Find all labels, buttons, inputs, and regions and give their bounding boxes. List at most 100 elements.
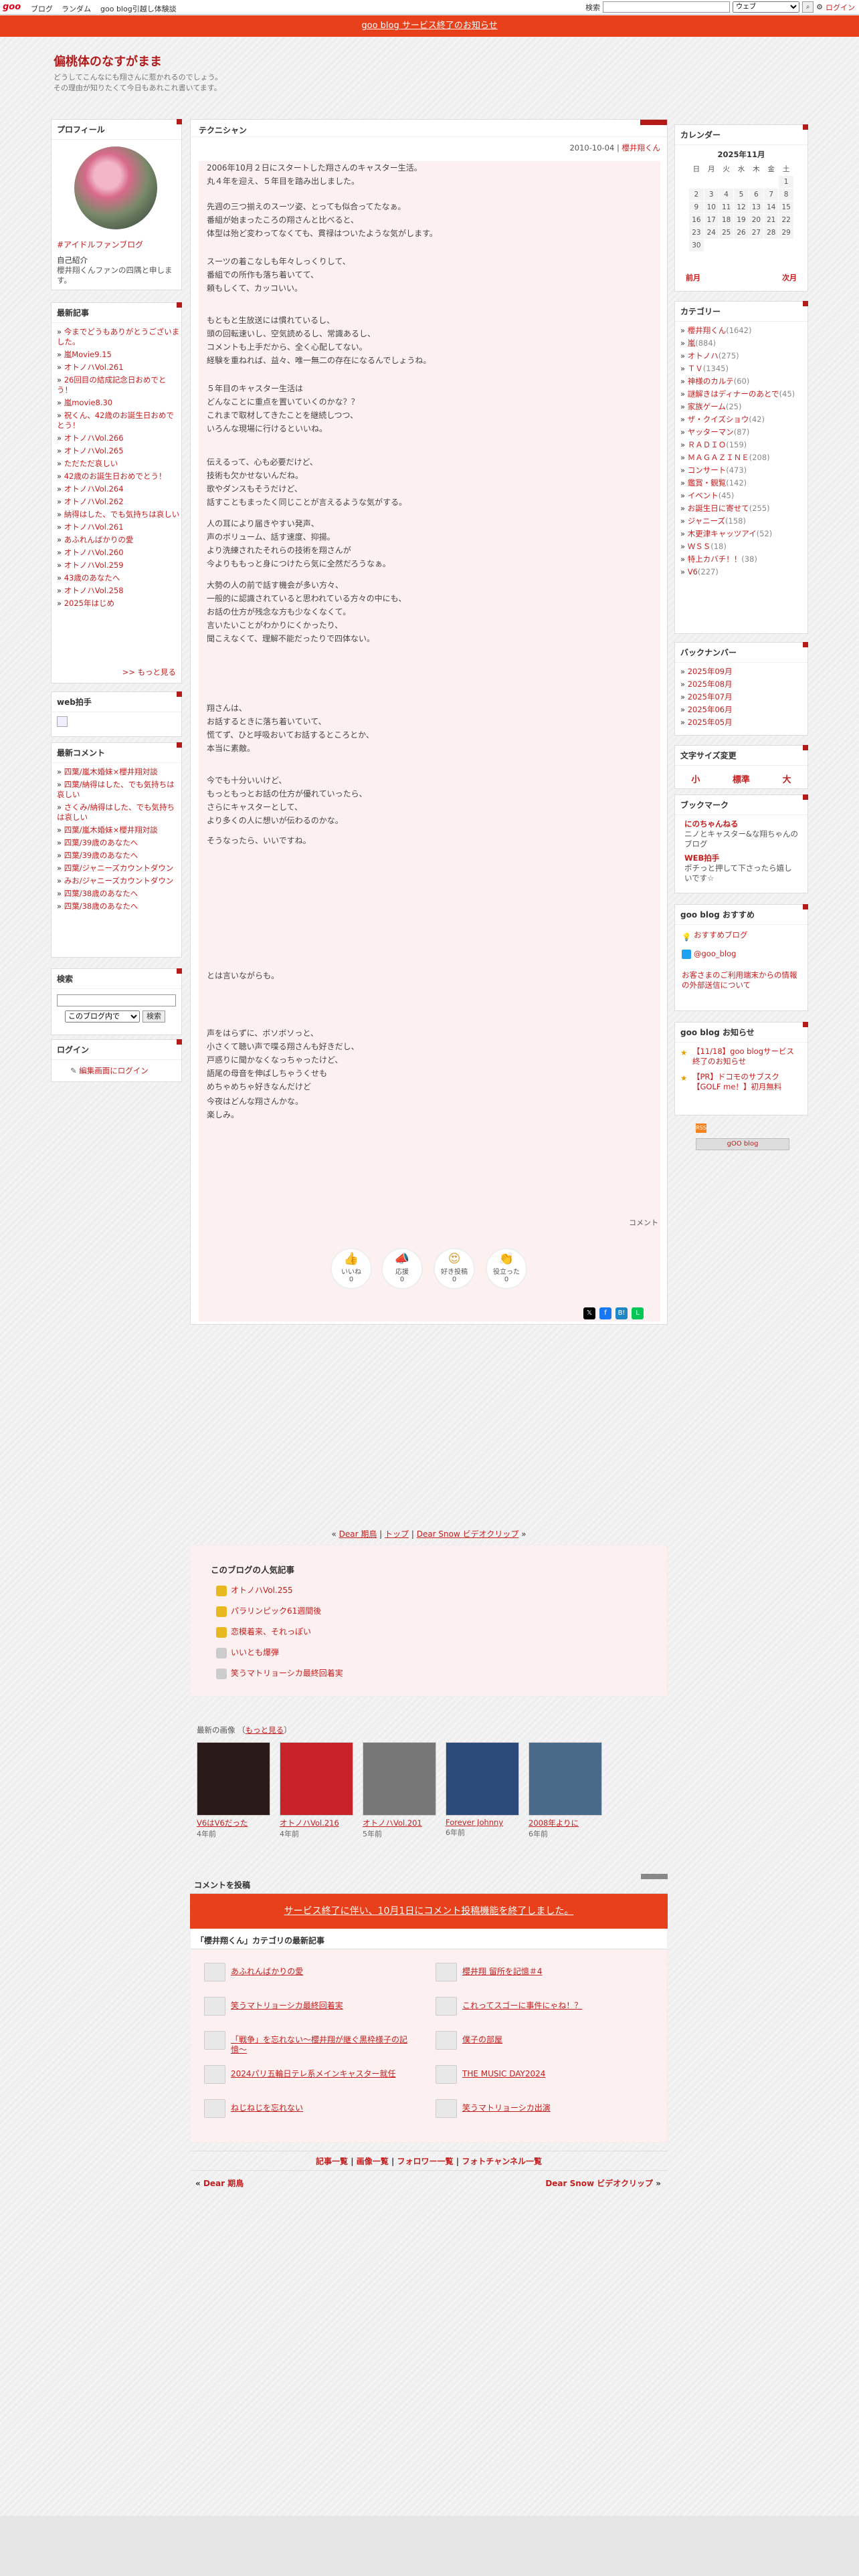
pager-next-link[interactable]: Dear Snow ビデオクリップ	[417, 1529, 519, 1539]
category-item[interactable]: » V6(227)	[675, 566, 807, 578]
line-share-icon[interactable]: L	[632, 1307, 644, 1319]
reaction-button[interactable]: 😍 好き投稿 0	[434, 1248, 475, 1289]
comment-closed-link[interactable]: サービス終了に伴い、10月1日にコメント投稿機能を終了しました。	[284, 1906, 574, 1917]
comment-item[interactable]: » みお/ジャニーズカウントダウン	[52, 875, 181, 887]
backnumber-item[interactable]: » 2025年06月	[675, 704, 807, 716]
thumb-image[interactable]	[280, 1742, 353, 1816]
calendar-day[interactable]: 27	[748, 226, 765, 239]
footer-next[interactable]: Dear Snow ビデオクリップ »	[545, 2177, 661, 2189]
category-item[interactable]: » 木更津キャッツアイ(52)	[675, 528, 807, 540]
recent-article-item[interactable]: » 嵐Movie9.15	[52, 348, 181, 361]
calendar-day[interactable]: 28	[763, 226, 779, 239]
calendar-day[interactable]: 26	[733, 226, 749, 239]
recent-article-item[interactable]: » オトノハVol.265	[52, 445, 181, 457]
webclap-image[interactable]	[57, 716, 68, 727]
calendar-day[interactable]: 11	[718, 201, 735, 214]
category-latest-item[interactable]: これってスゴーに事件にゃね！？	[427, 1993, 648, 2018]
calendar-day[interactable]: 14	[763, 201, 779, 214]
image-thumb[interactable]: オトノハVol.216 4年前	[280, 1742, 353, 1839]
popular-item[interactable]: 恋模着来、それっぽい	[216, 1626, 311, 1638]
recommend-blog-link[interactable]: おすすめブログ	[694, 930, 748, 940]
category-item[interactable]: » オトノハ(275)	[675, 350, 807, 362]
recent-more-link[interactable]: >> もっと見る	[122, 667, 176, 677]
category-item[interactable]: » ＭＡＧＡＺＩＮＥ(208)	[675, 451, 807, 464]
comment-link[interactable]: コメント	[629, 1217, 658, 1228]
calendar-day[interactable]: 21	[763, 213, 779, 227]
comment-item[interactable]: » 四葉/38歳のあなたへ	[52, 900, 181, 913]
calendar-day[interactable]: 17	[703, 213, 719, 227]
settings-icon[interactable]: ⚙	[816, 3, 823, 11]
category-item[interactable]: » 謎解きはディナーのあとで(45)	[675, 388, 807, 401]
service-end-link[interactable]: goo blog サービス終了のお知らせ	[361, 21, 497, 31]
news-1-link[interactable]: 【11/18】goo blogサービス終了のお知らせ	[692, 1047, 801, 1067]
calendar-day[interactable]: 5	[733, 188, 749, 201]
article-title[interactable]: テクニシャン	[199, 124, 247, 136]
calendar-day[interactable]: 10	[703, 201, 719, 214]
goo-logo[interactable]: goo	[3, 2, 21, 12]
bookmark-2-link[interactable]: WEB拍手	[684, 853, 719, 863]
calendar-day[interactable]: 3	[703, 188, 719, 201]
thumb-image[interactable]	[446, 1742, 519, 1816]
comment-item[interactable]: » 四葉/嵐木婚妹×櫻井翔対談	[52, 824, 181, 837]
profile-tag[interactable]: #アイドルファンブログ	[57, 239, 143, 250]
footer-link-articles[interactable]: 記事一覧	[316, 2157, 348, 2166]
rss-icon[interactable]: RSS	[696, 1123, 706, 1133]
topbar-search-scope[interactable]: ウェブ	[733, 1, 800, 13]
calendar-day[interactable]: 23	[688, 226, 704, 239]
calendar-day[interactable]: 15	[778, 201, 794, 214]
calendar-next[interactable]: 次月	[782, 272, 797, 283]
calendar-day[interactable]: 19	[733, 213, 749, 227]
backnumber-item[interactable]: » 2025年07月	[675, 691, 807, 704]
category-latest-item[interactable]: 僕子の部屋	[427, 2027, 648, 2052]
popular-item[interactable]: オトノハVol.255	[216, 1584, 293, 1596]
comment-item[interactable]: » 四葉/納得はした、でも気持ちは哀しい	[52, 778, 181, 801]
image-thumb[interactable]: オトノハVol.201 5年前	[363, 1742, 436, 1839]
twitter-link[interactable]: @goo_blog	[694, 949, 736, 958]
topbar-link-random[interactable]: ランダム	[62, 3, 91, 14]
images-more-link[interactable]: もっと見る	[246, 1725, 284, 1735]
category-latest-item[interactable]: 笑うマトリョーシカ最終回着実	[196, 1993, 417, 2018]
calendar-day[interactable]: 20	[748, 213, 765, 227]
category-latest-item[interactable]: 笑うマトリョーシカ出演	[427, 2095, 648, 2121]
category-latest-item[interactable]: THE MUSIC DAY2024	[427, 2061, 648, 2086]
recent-article-item[interactable]: » 2025年はじめ	[52, 597, 181, 610]
recent-article-item[interactable]: » オトノハVol.261	[52, 521, 181, 534]
blog-search-input[interactable]	[57, 994, 176, 1006]
recent-article-item[interactable]: » あふれんばかりの愛	[52, 534, 181, 546]
news-2-link[interactable]: 【PR】ドコモのサブスク【GOLF me！】初月無料	[692, 1072, 801, 1092]
popular-item[interactable]: いいとも爆弾	[216, 1646, 279, 1658]
recent-article-item[interactable]: » 26回目の結成記念日おめでとう！	[52, 374, 181, 397]
font-large[interactable]: 大	[783, 772, 791, 785]
pager-prev-link[interactable]: Dear 期鳥	[339, 1529, 377, 1539]
article-category[interactable]: 櫻井翔くん	[622, 143, 661, 152]
calendar-day[interactable]: 4	[718, 188, 735, 201]
blog-title[interactable]: 偏桃体のなすがまま	[54, 52, 162, 70]
category-item[interactable]: » イベント(45)	[675, 490, 807, 502]
reaction-button[interactable]: 👍 いいね 0	[330, 1248, 372, 1289]
calendar-day[interactable]: 1	[778, 175, 794, 189]
recent-article-item[interactable]: » オトノハVol.264	[52, 483, 181, 496]
category-item[interactable]: » コンサート(473)	[675, 464, 807, 477]
footer-prev[interactable]: « Dear 期鳥	[195, 2177, 244, 2189]
category-item[interactable]: » ザ・クイズショウ(42)	[675, 413, 807, 426]
editor-login-link[interactable]: 編集画面にログイン	[79, 1066, 149, 1075]
calendar-day[interactable]: 2	[688, 188, 704, 201]
thumb-image[interactable]	[197, 1742, 270, 1816]
calendar-day[interactable]: 7	[763, 188, 779, 201]
image-thumb[interactable]: Forever Johnny 6年前	[446, 1742, 519, 1838]
recent-article-item[interactable]: » オトノハVol.260	[52, 546, 181, 559]
backnumber-item[interactable]: » 2025年08月	[675, 678, 807, 691]
recent-article-item[interactable]: » 43歳のあなたへ	[52, 572, 181, 584]
category-item[interactable]: » 鑑賞・観覧(142)	[675, 477, 807, 490]
facebook-share-icon[interactable]: f	[599, 1307, 611, 1319]
blog-search-button[interactable]: 検索	[142, 1010, 165, 1023]
category-item[interactable]: » 神様のカルテ(60)	[675, 375, 807, 388]
font-small[interactable]: 小	[691, 772, 700, 785]
calendar-day[interactable]: 30	[688, 239, 704, 252]
search-icon[interactable]: ⌕	[802, 1, 814, 13]
topbar-search-input[interactable]	[603, 1, 731, 13]
hatena-share-icon[interactable]: B!	[615, 1307, 628, 1319]
category-latest-item[interactable]: 櫻井翔 留所を記憶＃4	[427, 1959, 648, 1984]
blog-search-scope[interactable]: このブログ内で	[65, 1010, 140, 1023]
recent-article-item[interactable]: » オトノハVol.259	[52, 559, 181, 572]
